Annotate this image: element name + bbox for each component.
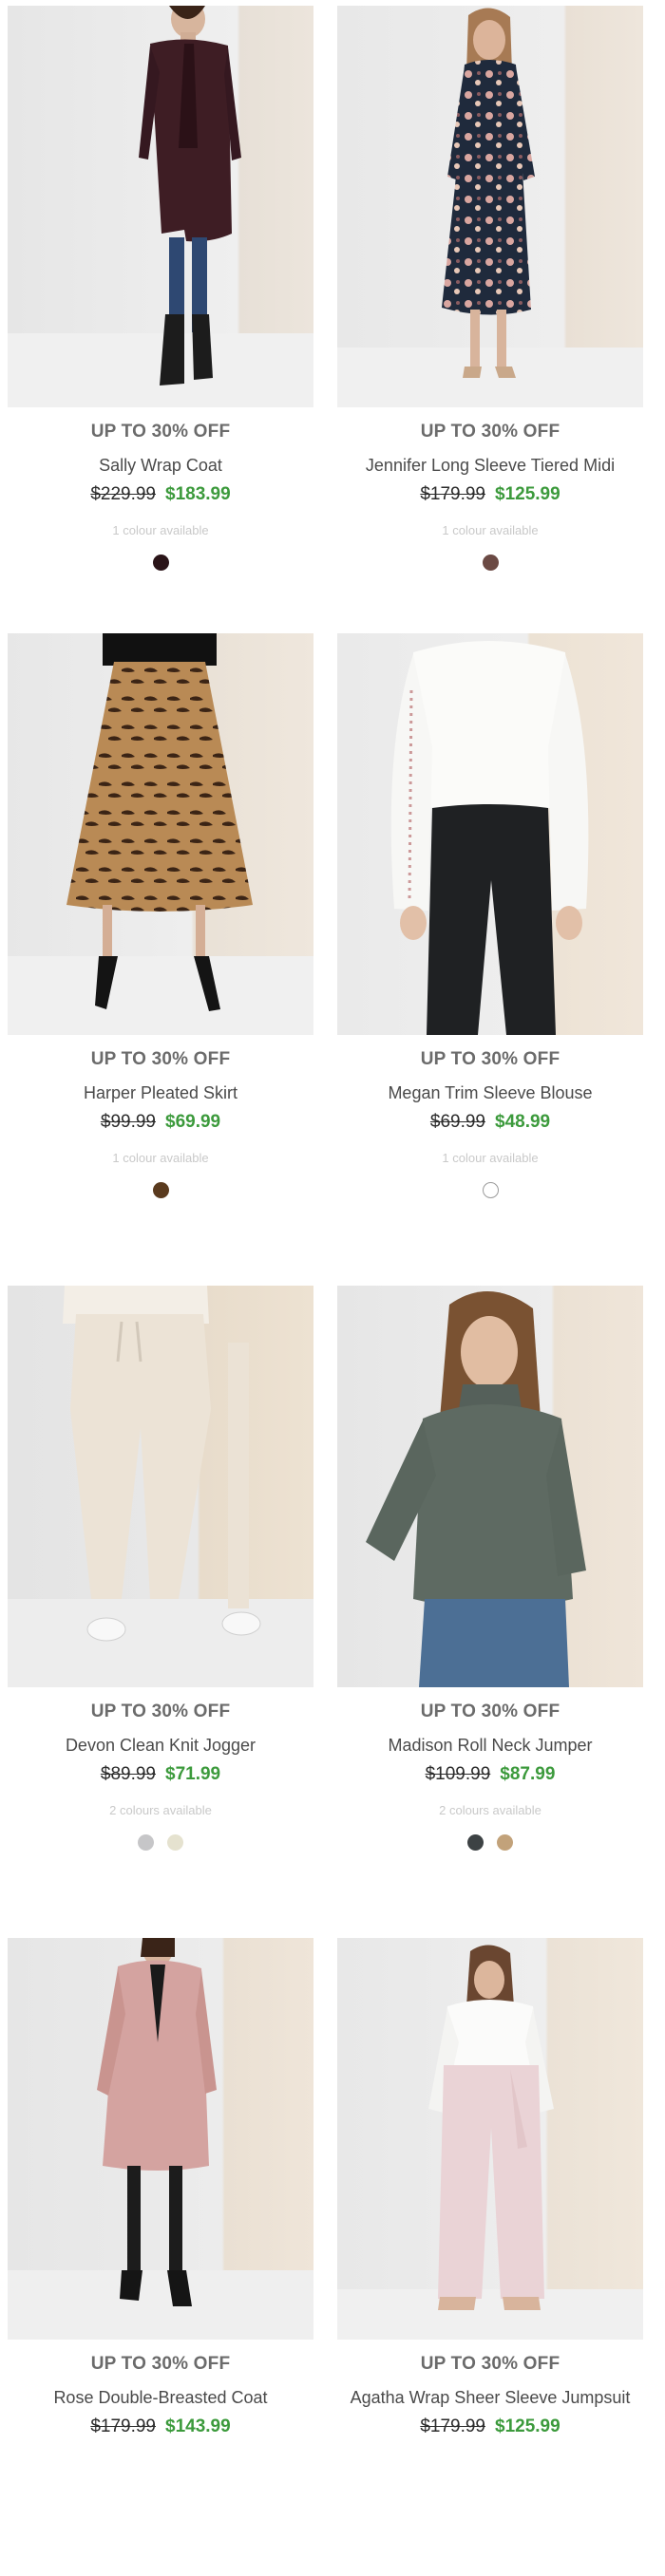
colour-availability: 1 colour available [442,523,539,537]
sale-price: $143.99 [165,2416,231,2436]
product-title[interactable]: Harper Pleated Skirt [0,1083,332,1103]
product-image[interactable] [337,633,643,1035]
price-row: $89.99 $71.99 [8,1764,314,1785]
colour-swatches [8,1834,314,1851]
sale-price: $125.99 [495,2416,560,2436]
colour-swatches [8,1182,314,1198]
product-image[interactable] [8,6,314,407]
product-title[interactable]: Rose Double-Breasted Coat [0,2388,332,2408]
sale-price: $87.99 [500,1764,556,1784]
price-row: $109.99 $87.99 [337,1764,643,1785]
promo-label: UP TO 30% OFF [420,422,560,442]
product-image[interactable] [337,1286,643,1687]
sale-price: $125.99 [495,484,560,504]
sale-price: $69.99 [165,1112,221,1132]
colour-swatches [8,555,314,571]
product-title[interactable]: Megan Trim Sleeve Blouse [318,1083,662,1103]
colour-availability: 1 colour available [112,1151,209,1165]
product-image[interactable] [8,633,314,1035]
original-price: $89.99 [100,1764,156,1784]
promo-label: UP TO 30% OFF [420,1702,560,1721]
colour-swatches [337,555,643,571]
promo-label: UP TO 30% OFF [90,1702,231,1721]
product-title[interactable]: Jennifer Long Sleeve Tiered Midi [318,456,662,476]
original-price: $179.99 [420,484,485,504]
original-price: $179.99 [420,2416,485,2436]
sale-price: $183.99 [165,484,231,504]
product-card[interactable]: UP TO 30% OFF Rose Double-Breasted Coat … [8,1938,314,2576]
price-row: $179.99 $125.99 [337,2416,643,2437]
promo-label: UP TO 30% OFF [420,2354,560,2374]
price-row: $179.99 $143.99 [8,2416,314,2437]
colour-swatches [337,1182,643,1198]
colour-swatch[interactable] [467,1834,484,1851]
colour-swatch[interactable] [138,1834,154,1851]
promo-label: UP TO 30% OFF [90,422,231,442]
product-image[interactable] [337,6,643,407]
colour-swatch[interactable] [497,1834,513,1851]
product-title[interactable]: Madison Roll Neck Jumper [318,1736,662,1756]
colour-availability: 2 colours available [109,1803,212,1817]
sale-price: $48.99 [495,1112,551,1132]
colour-swatch[interactable] [482,1182,499,1198]
original-price: $99.99 [100,1112,156,1132]
colour-swatch[interactable] [482,555,499,571]
colour-availability: 2 colours available [439,1803,542,1817]
price-row: $179.99 $125.99 [337,484,643,505]
promo-label: UP TO 30% OFF [420,1049,560,1069]
product-card[interactable]: UP TO 30% OFF Agatha Wrap Sheer Sleeve J… [337,1938,643,2576]
colour-swatch[interactable] [152,555,169,571]
colour-swatches [337,1834,643,1851]
price-row: $69.99 $48.99 [337,1112,643,1133]
colour-swatch[interactable] [152,1182,169,1198]
original-price: $109.99 [425,1764,491,1784]
colour-availability: 1 colour available [442,1151,539,1165]
product-card[interactable]: UP TO 30% OFF Devon Clean Knit Jogger $8… [8,1286,314,1924]
sale-price: $71.99 [165,1764,221,1784]
original-price: $229.99 [90,484,156,504]
original-price: $179.99 [90,2416,156,2436]
product-image[interactable] [8,1286,314,1687]
colour-availability: 1 colour available [112,523,209,537]
promo-label: UP TO 30% OFF [90,2354,231,2374]
product-image[interactable] [8,1938,314,2340]
product-image[interactable] [337,1938,643,2340]
product-title[interactable]: Agatha Wrap Sheer Sleeve Jumpsuit [318,2388,662,2408]
price-row: $229.99 $183.99 [8,484,314,505]
product-title[interactable]: Sally Wrap Coat [0,456,332,476]
product-card[interactable]: UP TO 30% OFF Sally Wrap Coat $229.99 $18… [8,6,314,644]
product-card[interactable]: UP TO 30% OFF Jennifer Long Sleeve Tiere… [337,6,643,644]
promo-label: UP TO 30% OFF [90,1049,231,1069]
product-card[interactable]: UP TO 30% OFF Madison Roll Neck Jumper $… [337,1286,643,1924]
price-row: $99.99 $69.99 [8,1112,314,1133]
product-card[interactable]: UP TO 30% OFF Megan Trim Sleeve Blouse $… [337,633,643,1271]
colour-swatch[interactable] [167,1834,183,1851]
original-price: $69.99 [429,1112,485,1132]
product-card[interactable]: UP TO 30% OFF Harper Pleated Skirt $99.9… [8,633,314,1271]
product-title[interactable]: Devon Clean Knit Jogger [0,1736,332,1756]
